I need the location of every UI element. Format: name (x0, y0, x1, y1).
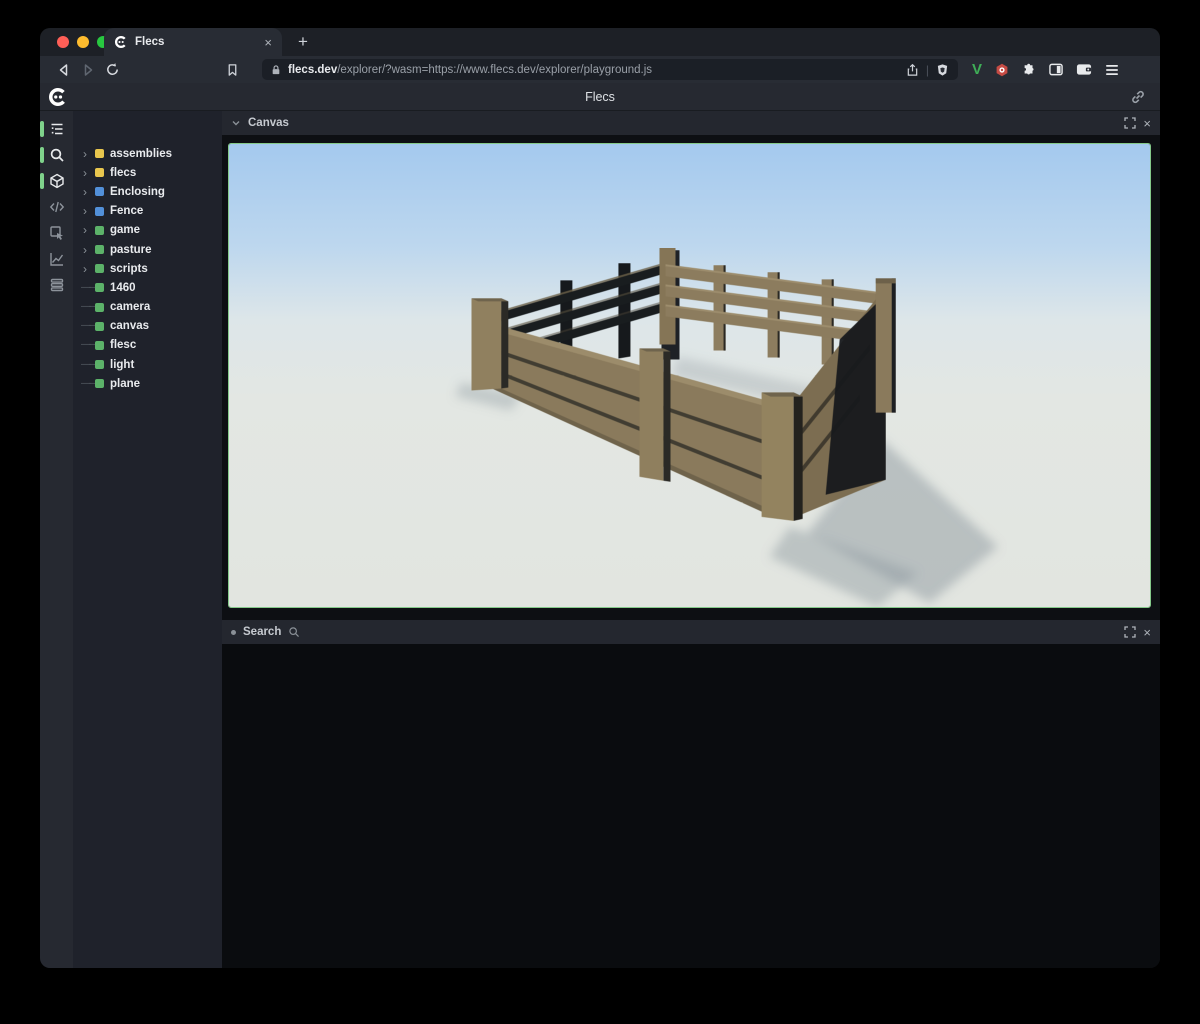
expand-icon[interactable]: › (81, 168, 89, 178)
archetypes-tool[interactable] (40, 272, 73, 298)
extensions-puzzle-icon[interactable] (1022, 63, 1036, 77)
canvas-panel-header[interactable]: Canvas × (222, 111, 1160, 135)
new-tab-button[interactable]: + (292, 31, 314, 53)
tree-item-enclosing[interactable]: ›Enclosing (73, 182, 222, 201)
bookmark-sidebar-icon[interactable] (220, 60, 244, 80)
entity-color-swatch (95, 379, 104, 388)
extension-icons: V (972, 61, 1119, 78)
collapsed-indicator-icon[interactable] (231, 630, 236, 635)
entity-color-swatch (95, 207, 104, 216)
fullscreen-icon[interactable] (1124, 626, 1136, 638)
tree-item-canvas[interactable]: ——canvas (73, 317, 222, 336)
minimize-window-button[interactable] (77, 36, 89, 48)
entity-color-swatch (95, 360, 104, 369)
entity-color-swatch (95, 264, 104, 273)
entity-color-swatch (95, 341, 104, 350)
entity-color-swatch (95, 149, 104, 158)
tab-title: Flecs (135, 36, 257, 48)
expand-icon[interactable]: › (81, 187, 89, 197)
sidebar-panel-icon[interactable] (1049, 63, 1063, 76)
close-window-button[interactable] (57, 36, 69, 48)
tree-item-flecs[interactable]: ›flecs (73, 163, 222, 182)
page-title: Flecs (40, 90, 1160, 104)
3d-viewport[interactable] (228, 143, 1151, 608)
search-panel-title: Search (243, 626, 281, 638)
leaf-icon: —— (81, 321, 89, 331)
browser-window: Flecs × + flecs.dev/explorer/?wasm=https… (40, 28, 1160, 968)
forward-button[interactable] (76, 60, 100, 80)
share-icon[interactable] (906, 63, 919, 77)
divider: | (926, 63, 929, 77)
leaf-icon: —— (81, 360, 89, 370)
browser-tab[interactable]: Flecs × (104, 28, 282, 56)
expand-icon[interactable]: › (81, 264, 89, 274)
entity-color-swatch (95, 245, 104, 254)
leaf-icon: —— (81, 302, 89, 312)
entity-color-swatch (95, 303, 104, 312)
url-domain: flecs.dev (288, 64, 337, 76)
entity-color-swatch (95, 322, 104, 331)
tree-item-camera[interactable]: ——camera (73, 298, 222, 317)
fullscreen-icon[interactable] (1124, 117, 1136, 129)
back-button[interactable] (52, 60, 76, 80)
url-text: flecs.dev/explorer/?wasm=https://www.fle… (288, 64, 899, 76)
tree-item-plane[interactable]: ——plane (73, 374, 222, 393)
tree-item-1460[interactable]: ——1460 (73, 278, 222, 297)
tree-item-light[interactable]: ——light (73, 355, 222, 374)
search-panel-header[interactable]: Search × (222, 620, 1160, 644)
wallet-icon[interactable] (1076, 63, 1092, 76)
fence-scene (229, 144, 1150, 607)
canvas-panel-title: Canvas (248, 117, 289, 129)
app-content: ›assemblies ›flecs ›Enclosing ›Fence ›ga… (40, 111, 1160, 968)
search-icon (288, 626, 300, 638)
url-path: /explorer/?wasm=https://www.flecs.dev/ex… (337, 64, 652, 76)
entity-color-swatch (95, 187, 104, 196)
canvas-3d-tool[interactable] (40, 168, 73, 194)
chevron-down-icon[interactable] (231, 118, 241, 128)
tree-item-game[interactable]: ›game (73, 221, 222, 240)
browser-toolbar: flecs.dev/explorer/?wasm=https://www.fle… (40, 56, 1160, 83)
close-icon[interactable]: × (1143, 116, 1151, 131)
tree-item-fence[interactable]: ›Fence (73, 202, 222, 221)
entity-tree-panel: ›assemblies ›flecs ›Enclosing ›Fence ›ga… (73, 111, 222, 968)
macos-traffic-lights (57, 36, 109, 48)
inspector-tool[interactable] (40, 220, 73, 246)
leaf-icon: —— (81, 340, 89, 350)
brave-shield-icon[interactable] (936, 63, 949, 77)
app-header: Flecs (40, 83, 1160, 111)
url-bar[interactable]: flecs.dev/explorer/?wasm=https://www.fle… (262, 59, 958, 80)
entity-color-swatch (95, 283, 104, 292)
flecs-favicon (114, 35, 128, 49)
tab-strip: Flecs × + (40, 28, 1160, 56)
entity-tree-tool[interactable] (40, 116, 73, 142)
tree-item-flesc[interactable]: ——flesc (73, 336, 222, 355)
tab-close-icon[interactable]: × (264, 35, 272, 50)
query-tool[interactable] (40, 142, 73, 168)
code-tool[interactable] (40, 194, 73, 220)
entity-color-swatch (95, 168, 104, 177)
expand-icon[interactable]: › (81, 225, 89, 235)
red-extension-icon[interactable] (995, 63, 1009, 77)
vue-devtools-icon[interactable]: V (972, 61, 982, 78)
expand-icon[interactable]: › (81, 245, 89, 255)
lock-icon (271, 64, 281, 76)
main-panels: Canvas × (222, 111, 1160, 968)
search-panel-body[interactable] (222, 644, 1160, 968)
tool-rail (40, 111, 73, 968)
canvas-panel-body (222, 135, 1160, 620)
tree-item-pasture[interactable]: ›pasture (73, 240, 222, 259)
share-link-icon[interactable] (1130, 89, 1146, 105)
entity-color-swatch (95, 226, 104, 235)
expand-icon[interactable]: › (81, 149, 89, 159)
menu-icon[interactable] (1105, 64, 1119, 76)
expand-icon[interactable]: › (81, 206, 89, 216)
tree-item-assemblies[interactable]: ›assemblies (73, 144, 222, 163)
close-icon[interactable]: × (1143, 625, 1151, 640)
reload-button[interactable] (100, 60, 124, 80)
stats-tool[interactable] (40, 246, 73, 272)
leaf-icon: —— (81, 283, 89, 293)
leaf-icon: —— (81, 379, 89, 389)
tree-item-scripts[interactable]: ›scripts (73, 259, 222, 278)
